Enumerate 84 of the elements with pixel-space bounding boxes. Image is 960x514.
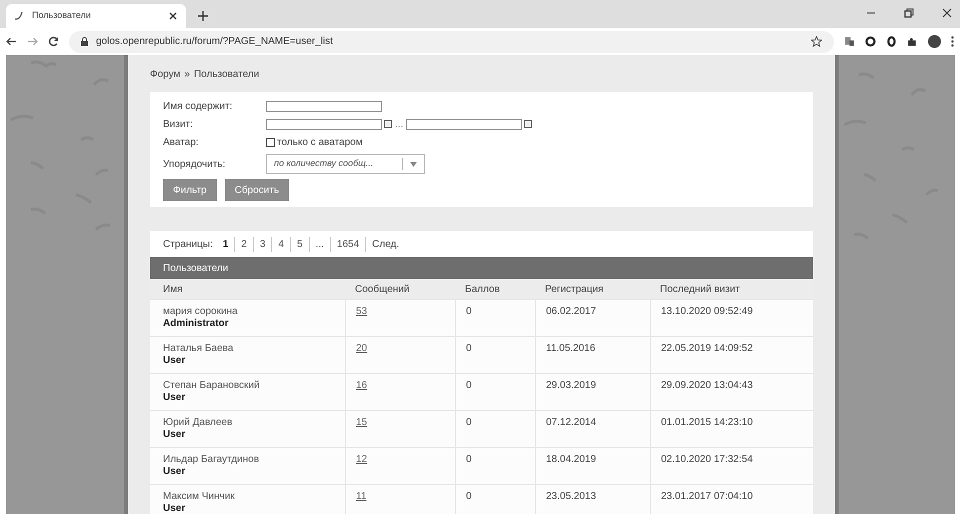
- table-cell: 22.05.2019 14:09:52: [661, 343, 753, 354]
- table-cell: 11.05.2016: [546, 343, 596, 354]
- breadcrumb-current: Пользователи: [194, 68, 260, 82]
- menu-icon[interactable]: [951, 36, 954, 47]
- new-tab-icon[interactable]: [198, 11, 208, 21]
- sort-dropdown[interactable]: по количеству сообщ...: [266, 154, 425, 174]
- user-name[interactable]: Максим Чинчик: [163, 491, 235, 503]
- messages-link[interactable]: 20: [356, 343, 368, 354]
- reload-icon[interactable]: [48, 36, 59, 47]
- table-cell: 23.01.2017 07:04:10: [661, 491, 753, 502]
- column-header: Имя: [162, 282, 184, 296]
- breadcrumb-link[interactable]: Форум: [150, 67, 180, 82]
- table-cell: 0: [466, 306, 472, 317]
- table-cell: 0: [466, 343, 472, 354]
- page-link[interactable]: 4: [271, 236, 290, 252]
- table-title: Пользователи: [150, 257, 813, 279]
- messages-link[interactable]: 53: [356, 306, 368, 317]
- breadcrumb-separator: »: [184, 68, 190, 82]
- field-label: Упорядочить:: [163, 158, 226, 172]
- user-role: User: [163, 355, 186, 367]
- checkbox-label: только с аватаром: [277, 136, 363, 150]
- messages-link[interactable]: 11: [356, 491, 366, 502]
- avatar-icon[interactable]: [928, 35, 941, 48]
- table-cell: 01.01.2015 14:23:10: [661, 417, 753, 428]
- table-cell: 0: [466, 491, 472, 502]
- column-header: Последний визит: [659, 282, 741, 296]
- ring-icon[interactable]: [865, 36, 876, 47]
- user-name[interactable]: Наталья Баева: [163, 343, 234, 355]
- input-field[interactable]: [266, 100, 382, 112]
- user-role: Administrator: [163, 318, 229, 330]
- caret-icon: [410, 162, 417, 166]
- user-name[interactable]: мария сорокина: [163, 306, 238, 318]
- restore-icon[interactable]: [904, 8, 914, 18]
- user-name[interactable]: Ильдар Багаутдинов: [163, 454, 260, 466]
- table-cell: 13.10.2020 09:52:49: [661, 306, 753, 317]
- calendar-icon[interactable]: [384, 120, 392, 128]
- table-cell: 02.10.2020 17:32:54: [661, 454, 753, 465]
- back-icon[interactable]: [6, 36, 17, 47]
- page-link[interactable]: 2: [234, 236, 253, 252]
- column-header: Сообщений: [354, 282, 410, 296]
- table-cell: 29.09.2020 13:04:43: [661, 380, 753, 391]
- page-link[interactable]: 5: [290, 236, 309, 252]
- checkbox[interactable]: [266, 138, 275, 146]
- table-cell: 0: [466, 417, 472, 428]
- extension-icon[interactable]: [844, 36, 855, 47]
- table-cell: 29.03.2019: [546, 380, 596, 391]
- puzzle-icon[interactable]: [907, 36, 918, 47]
- field-label: Имя содержит:: [163, 100, 234, 114]
- messages-link[interactable]: 16: [356, 380, 368, 391]
- messages-link[interactable]: 12: [356, 454, 368, 465]
- table-cell: 18.04.2019: [546, 454, 596, 465]
- field-label: Визит:: [163, 118, 194, 132]
- range-separator: ...: [395, 118, 404, 132]
- field-label: Аватар:: [163, 136, 200, 150]
- pager-label: Страницы:: [163, 238, 213, 252]
- table-cell: 06.02.2017: [546, 306, 596, 317]
- table-cell: 07.12.2014: [546, 417, 596, 428]
- lock-icon: [81, 37, 88, 46]
- ring-icon[interactable]: [886, 36, 897, 47]
- page-link[interactable]: 3: [252, 236, 272, 252]
- user-role: User: [163, 392, 186, 404]
- url-text: golos.openrepublic.ru/forum/?PAGE_NAME=user_list: [96, 35, 334, 49]
- column-header: Баллов: [464, 282, 501, 296]
- input-field[interactable]: [266, 118, 382, 130]
- user-role: User: [163, 503, 186, 514]
- page-link[interactable]: ...: [308, 236, 330, 252]
- table-cell: 0: [466, 454, 472, 465]
- table-cell: 23.05.2013: [546, 491, 596, 502]
- address-bar[interactable]: golos.openrepublic.ru/forum/?PAGE_NAME=user_list: [69, 30, 834, 52]
- column-header: Регистрация: [544, 282, 604, 296]
- page-link[interactable]: 1654: [330, 236, 366, 252]
- input-field[interactable]: [406, 118, 522, 130]
- user-role: User: [163, 429, 186, 441]
- page-icon: [14, 11, 24, 21]
- next-link[interactable]: След.: [365, 236, 406, 252]
- star-icon[interactable]: [811, 36, 822, 47]
- user-name[interactable]: Юрий Давлеев: [163, 417, 232, 429]
- close-icon[interactable]: [942, 8, 952, 18]
- calendar-icon[interactable]: [524, 120, 532, 128]
- messages-link[interactable]: 15: [356, 417, 368, 428]
- table-cell: 0: [466, 380, 472, 391]
- user-name[interactable]: Степан Барановский: [163, 380, 260, 392]
- user-role: User: [163, 466, 186, 478]
- close-tab-icon[interactable]: [168, 11, 178, 21]
